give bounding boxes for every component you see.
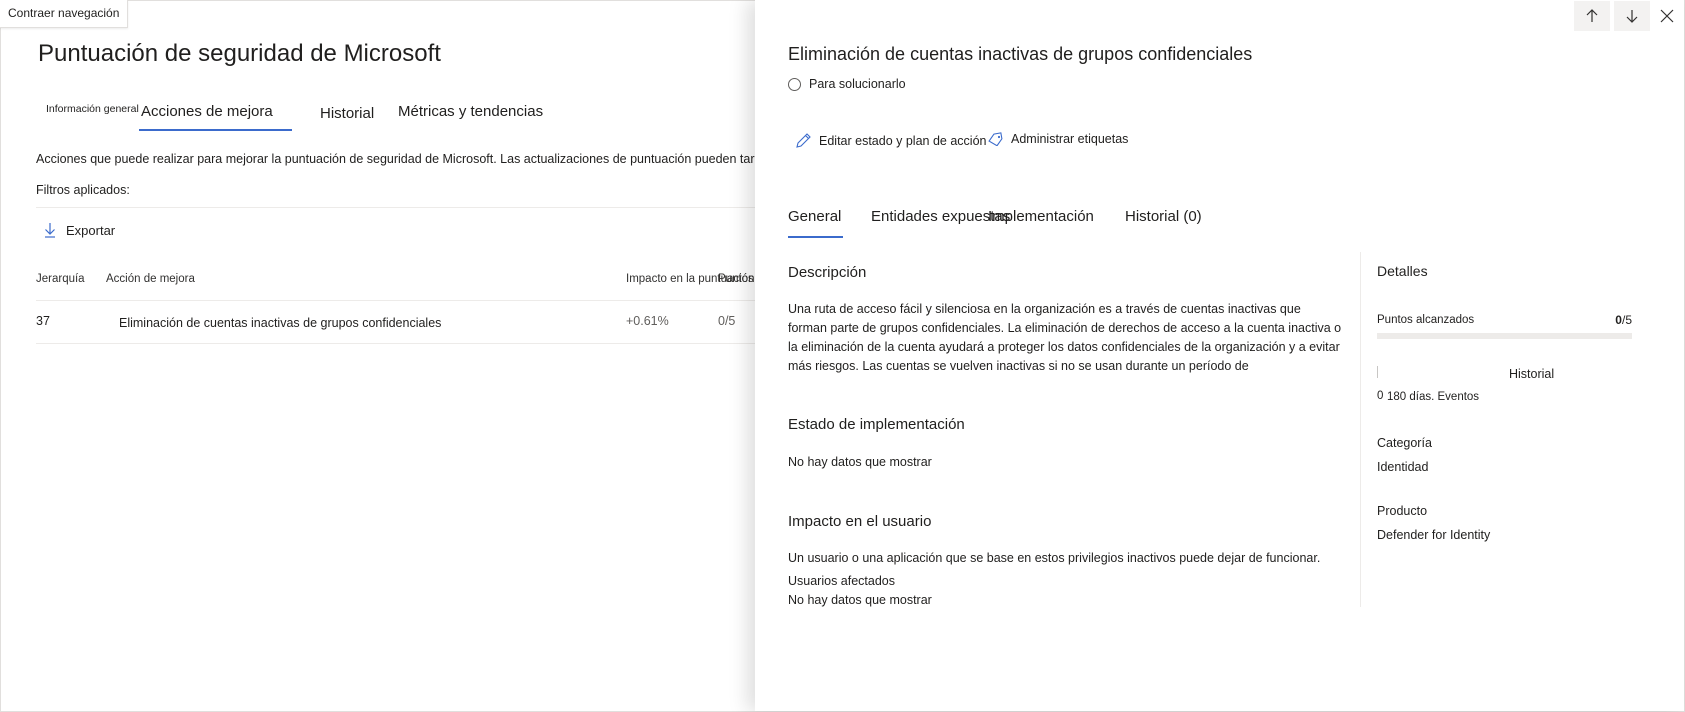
affected-users-no-data: No hay datos que mostrar: [788, 593, 932, 607]
edit-status-button[interactable]: Editar estado y plan de acción: [795, 132, 986, 149]
history-title: Historial: [1509, 367, 1555, 381]
radio-circle[interactable]: [788, 77, 801, 91]
close-icon: [1660, 9, 1674, 23]
page-title: Puntuación de seguridad de Microsoft: [38, 40, 441, 67]
next-item-button[interactable]: [1614, 1, 1650, 31]
collapse-navigation-button[interactable]: Contraer navegación: [0, 0, 129, 28]
panel-title: Eliminación de cuentas inactivas de grup…: [788, 44, 1253, 64]
section-divider: [1360, 252, 1361, 607]
row-impact: +0.61%: [626, 314, 669, 328]
details-title: Detalles: [1377, 263, 1428, 279]
description-text: Una ruta de acceso fácil y silenciosa en…: [788, 302, 1342, 373]
user-impact-heading: Impacto en el usuario: [788, 513, 932, 530]
history-days: 180 días. Eventos: [1387, 391, 1480, 403]
row-points: 0/5: [718, 314, 736, 328]
filters-label: Filtros aplicados:: [36, 183, 130, 197]
table-divider: [36, 343, 756, 344]
table-divider: [36, 300, 756, 301]
manage-tags-button[interactable]: Administrar etiquetas: [987, 132, 1128, 146]
description-heading: Descripción: [788, 264, 867, 281]
edit-status-label: Editar estado y plan de acción: [819, 133, 987, 148]
user-impact-text: Un usuario o una aplicación que se base …: [788, 551, 1321, 565]
category-label: Categoría: [1377, 436, 1432, 450]
product-value: Defender for Identity: [1377, 528, 1491, 542]
pencil-icon: [796, 133, 811, 148]
tab-improvement-actions[interactable]: Acciones de mejora: [139, 103, 292, 131]
arrow-down-icon: [1626, 10, 1638, 23]
tab-general[interactable]: General: [788, 208, 844, 238]
points-max: /5: [1621, 313, 1632, 327]
points-achieved: 0: [1615, 313, 1622, 327]
implementation-state-heading: Estado de implementación: [788, 416, 965, 433]
implementation-no-data: No hay datos que mostrar: [788, 455, 932, 469]
export-label: Exportar: [66, 222, 116, 238]
tab-implementation[interactable]: Implementación: [988, 208, 1094, 225]
download-icon: [45, 223, 55, 238]
manage-tags-label: Administrar etiquetas: [1011, 132, 1129, 146]
row-rank: 37: [36, 314, 50, 328]
affected-users-label: Usuarios afectados: [788, 574, 896, 588]
tab-overview[interactable]: Información general: [46, 103, 139, 115]
points-progress-bar: [1377, 333, 1632, 339]
points-value: 0/5: [1615, 313, 1632, 327]
detail-panel: Eliminación de cuentas inactivas de grup…: [755, 0, 1684, 711]
status-label: Para solucionarlo: [809, 77, 906, 91]
history-axis-tick: [1377, 366, 1378, 378]
tab-history[interactable]: Historial: [320, 105, 374, 122]
tab-history-count[interactable]: Historial (0): [1125, 208, 1202, 225]
row-action[interactable]: Eliminación de cuentas inactivas de grup…: [119, 316, 441, 330]
arrow-up-icon: [1586, 9, 1598, 22]
tag-icon: [988, 132, 1003, 146]
points-label: Puntos alcanzados: [1377, 314, 1475, 326]
close-panel-button[interactable]: [1650, 1, 1684, 31]
column-header-rank[interactable]: Jerarquía: [36, 273, 85, 285]
export-button[interactable]: Exportar: [44, 222, 115, 238]
product-label: Producto: [1377, 504, 1428, 518]
category-value: Identidad: [1377, 460, 1429, 474]
page-description: Acciones que puede realizar para mejorar…: [36, 152, 863, 166]
previous-item-button[interactable]: [1574, 1, 1610, 31]
tab-metrics-trends[interactable]: Métricas y tendencias: [398, 103, 543, 120]
divider: [36, 207, 756, 208]
status-radio[interactable]: Para solucionarlo: [788, 77, 906, 91]
column-header-points[interactable]: Puntos: [718, 273, 754, 285]
column-header-action[interactable]: Acción de mejora: [106, 273, 195, 285]
history-zero: 0: [1377, 390, 1384, 402]
